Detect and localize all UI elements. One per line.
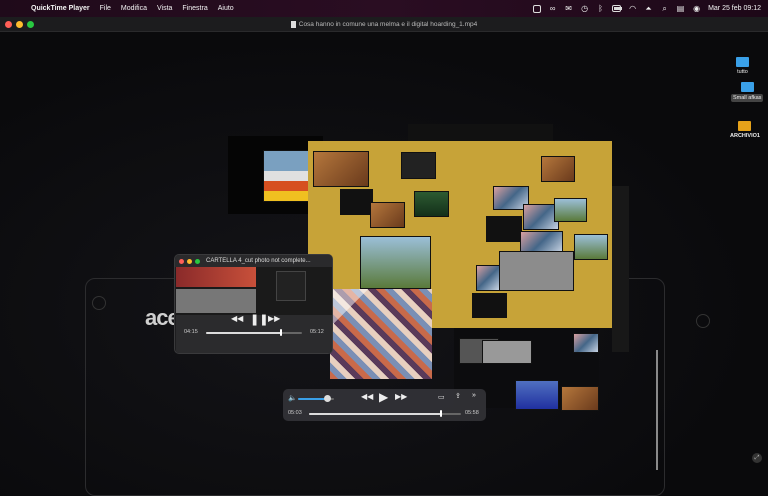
desktop-folder-archivio[interactable]: ARCHIVIO1 — [730, 121, 760, 139]
mini-player-video[interactable] — [176, 267, 332, 315]
progress-knob[interactable] — [440, 410, 442, 417]
menu-finestra[interactable]: Finestra — [182, 5, 207, 12]
volume-knob[interactable] — [324, 395, 331, 402]
share-icon[interactable]: ⇪ — [455, 392, 461, 400]
photo-thumbnail — [360, 236, 431, 289]
mail-icon[interactable]: ✉ — [564, 4, 573, 13]
photo-thumbnail — [499, 251, 574, 291]
time-total: 05:58 — [465, 410, 479, 416]
menu-bar: QuickTime Player File Modifica Vista Fin… — [0, 0, 768, 17]
menu-vista[interactable]: Vista — [157, 5, 172, 12]
speed-icon[interactable]: » — [472, 392, 476, 399]
menu-app-name[interactable]: QuickTime Player — [31, 5, 90, 12]
playback-controls: 🔈 ◀◀ ▶ ▶▶ ▭ ⇪ » 05:03 05:58 — [283, 389, 486, 421]
mini-window-controls — [179, 258, 200, 264]
cable-line — [656, 350, 658, 470]
desktop-folder-tutto[interactable]: tutto — [736, 57, 749, 75]
window-titlebar[interactable]: Cosa hanno in comune una melma e il digi… — [0, 17, 768, 32]
photo-thumbnail — [561, 386, 599, 411]
menu-datetime[interactable]: Mar 25 feb 09:12 — [708, 5, 761, 12]
mini-time-current: 04:15 — [184, 329, 198, 335]
siri-icon[interactable]: ◉ — [692, 4, 701, 13]
mini-time-total: 05:12 — [310, 329, 324, 335]
rewind-button[interactable]: ◀◀ — [361, 392, 373, 401]
mini-forward-button[interactable]: ▶▶ — [268, 314, 280, 323]
menu-aiuto[interactable]: Aiuto — [218, 5, 234, 12]
mini-progress-knob[interactable] — [280, 329, 282, 336]
photo-thumbnail — [515, 380, 559, 410]
photo-thumbnail — [482, 340, 532, 364]
window-title-text: Cosa hanno in comune una melma e il digi… — [298, 20, 478, 28]
photo-thumbnail — [401, 152, 436, 179]
pixelated-photo — [330, 289, 432, 379]
control-center-icon[interactable]: ▤ — [676, 4, 685, 13]
menu-modifica[interactable]: Modifica — [121, 5, 147, 12]
airdrop-icon[interactable]: ⏶ — [644, 4, 653, 13]
photo-thumbnail — [486, 216, 522, 242]
search-icon[interactable]: ⌕ — [660, 4, 669, 13]
volume-fill — [298, 398, 325, 400]
status-area: ∞ ✉ ◷ ᛒ ◠ ⏶ ⌕ ▤ ◉ Mar 25 feb 09:12 — [532, 0, 761, 17]
desktop-folder-small[interactable]: Small afkas — [731, 82, 764, 102]
fullscreen-button[interactable] — [27, 21, 34, 28]
clock-icon[interactable]: ◷ — [580, 4, 589, 13]
volume-icon[interactable]: 🔈 — [288, 394, 297, 402]
app-status-icon[interactable] — [532, 4, 541, 13]
document-icon — [290, 20, 296, 28]
airplay-icon[interactable]: ▭ — [438, 393, 445, 401]
mini-pause-button[interactable]: ❚❚ — [250, 313, 268, 326]
mini-fullscreen-button[interactable] — [195, 258, 200, 264]
photo-thumbnail — [340, 189, 373, 215]
folder-icon — [738, 121, 752, 131]
side-strip — [612, 186, 629, 352]
photo-thumbnail — [573, 333, 599, 353]
photo-thumbnail — [414, 191, 449, 217]
photo-thumbnail — [370, 202, 405, 228]
photo-thumbnail — [313, 151, 369, 187]
mini-progress-fill — [206, 332, 281, 334]
folder-label: ARCHIVIO1 — [730, 133, 760, 139]
creative-cloud-icon[interactable]: ∞ — [548, 4, 557, 13]
window-title: Cosa hanno in comune una melma e il digi… — [290, 20, 478, 28]
photo-thumbnail — [476, 265, 500, 291]
bluetooth-icon[interactable]: ᛒ — [596, 4, 605, 13]
expand-icon[interactable]: ⤢ — [752, 453, 762, 463]
mini-player-controls: ◀◀ ❚❚ ▶▶ 04:15 05:12 — [176, 313, 332, 353]
mini-player-title: CARTELLA 4_cut photo not complete... — [206, 258, 311, 264]
photo-thumbnail — [472, 293, 507, 318]
folder-label: tutto — [737, 69, 748, 75]
photo-thumbnail — [574, 234, 608, 260]
window-controls — [5, 21, 34, 28]
folder-label: Small afkas — [731, 94, 764, 102]
minimize-button[interactable] — [16, 21, 23, 28]
photo-thumbnail — [263, 150, 311, 202]
photo-thumbnail — [541, 156, 575, 182]
folder-icon — [740, 82, 754, 92]
menu-file[interactable]: File — [100, 5, 111, 12]
photo-thumbnail — [520, 231, 563, 253]
photo-thumbnail — [554, 198, 587, 222]
battery-icon[interactable] — [612, 4, 623, 13]
mini-player-window[interactable]: CARTELLA 4_cut photo not complete... ◀◀ … — [174, 254, 333, 354]
mini-rewind-button[interactable]: ◀◀ — [231, 314, 243, 323]
mini-player-titlebar[interactable]: CARTELLA 4_cut photo not complete... — [175, 255, 332, 267]
mini-close-button[interactable] — [179, 258, 184, 264]
screw-decoration — [696, 314, 710, 328]
play-button[interactable]: ▶ — [379, 390, 388, 404]
progress-fill — [309, 413, 441, 415]
folder-icon — [736, 57, 749, 67]
wifi-icon[interactable]: ◠ — [628, 4, 637, 13]
screw-decoration — [92, 296, 106, 310]
time-current: 05:03 — [288, 410, 302, 416]
forward-button[interactable]: ▶▶ — [395, 392, 407, 401]
close-button[interactable] — [5, 21, 12, 28]
mini-minimize-button[interactable] — [187, 258, 192, 264]
